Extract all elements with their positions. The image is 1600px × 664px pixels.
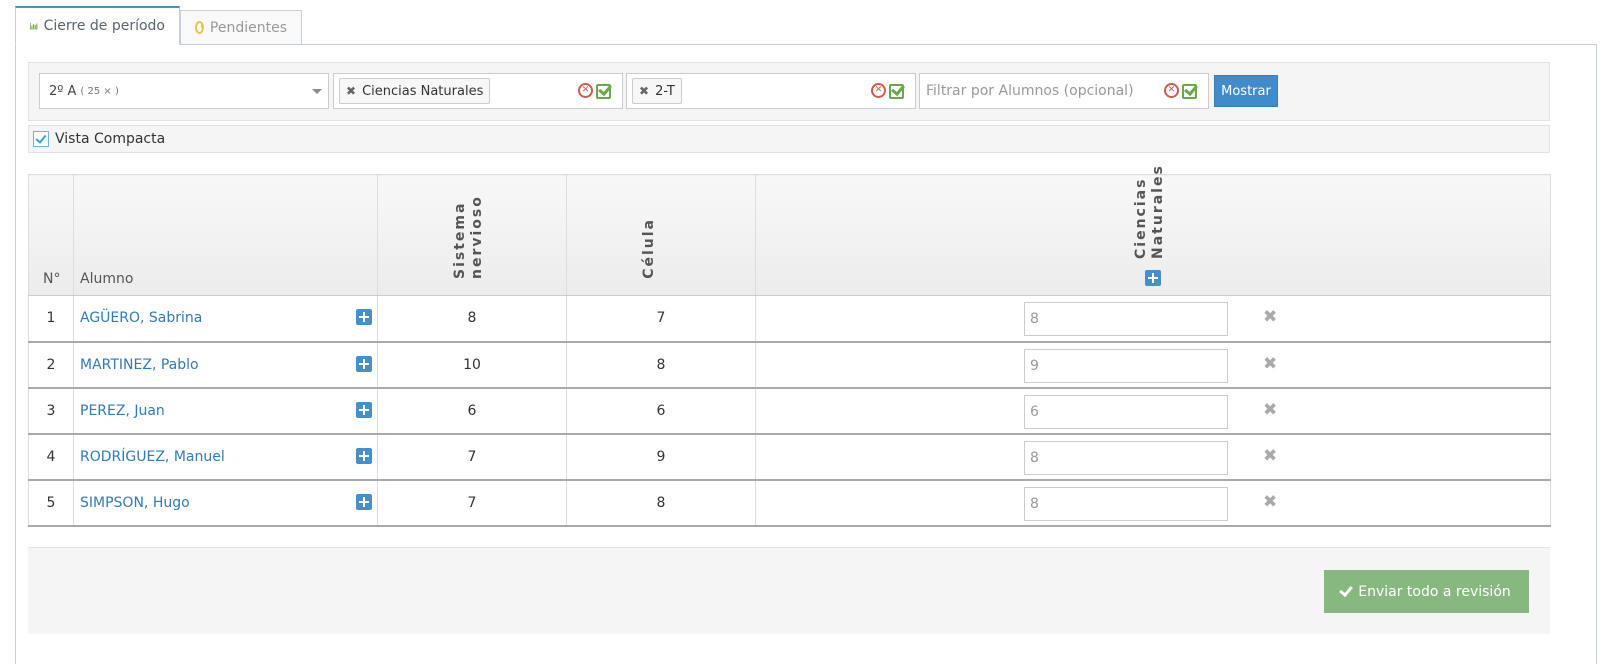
final-grade-input[interactable] xyxy=(1024,486,1228,521)
header-celula: Célula xyxy=(566,174,756,296)
header-number: N° xyxy=(28,174,74,296)
period-chip: ✖ 2-T xyxy=(632,78,682,104)
remove-chip-icon[interactable]: ✖ xyxy=(346,84,356,98)
sistema-nervioso-grade: 10 xyxy=(377,341,567,389)
header-ciencias-naturales: Ciencias Naturales xyxy=(755,164,1551,296)
remove-chip-icon[interactable]: ✖ xyxy=(639,84,649,98)
sistema-nervioso-grade: 8 xyxy=(377,295,567,343)
chip-label: Ciencias Naturales xyxy=(362,83,484,99)
expand-student-icon[interactable] xyxy=(356,447,372,464)
sistema-nervioso-grade: 7 xyxy=(377,433,567,481)
subject-filter[interactable]: ✖ Ciencias Naturales ✕ xyxy=(333,73,623,109)
expand-student-icon[interactable] xyxy=(356,401,372,418)
course-count: ( 25 × ) xyxy=(80,85,119,97)
student-link[interactable]: MARTINEZ, Pablo xyxy=(80,357,199,373)
expand-student-icon[interactable] xyxy=(356,493,372,510)
celula-grade: 7 xyxy=(566,295,756,343)
clear-icon[interactable]: ✕ xyxy=(871,83,886,98)
ciencias-naturales-cell: ✖ xyxy=(755,295,1551,343)
student-cell: MARTINEZ, Pablo xyxy=(73,341,378,389)
ciencias-naturales-cell: ✖ xyxy=(755,433,1551,481)
student-link[interactable]: PEREZ, Juan xyxy=(80,403,165,419)
delete-grade-icon[interactable]: ✖ xyxy=(1263,446,1277,466)
tab-pendientes[interactable]: Pendientes xyxy=(180,10,302,45)
celula-grade: 8 xyxy=(566,479,756,527)
table-row: 4 RODRÍGUEZ, Manuel 7 9 ✖ xyxy=(28,433,1551,481)
ciencias-naturales-cell: ✖ xyxy=(755,479,1551,527)
delete-grade-icon[interactable]: ✖ xyxy=(1263,307,1277,327)
form-footer: Enviar todo a revisión xyxy=(28,547,1550,634)
chevron-down-icon[interactable] xyxy=(312,89,322,94)
student-link[interactable]: SIMPSON, Hugo xyxy=(80,495,190,511)
row-number: 4 xyxy=(28,433,74,481)
course-select[interactable]: 2º A ( 25 × ) xyxy=(39,73,329,109)
final-grade-input[interactable] xyxy=(1024,348,1228,383)
sistema-nervioso-grade: 6 xyxy=(377,387,567,435)
expand-student-icon[interactable] xyxy=(356,309,372,325)
final-grade-input[interactable] xyxy=(1024,302,1228,336)
tab-label: Pendientes xyxy=(209,19,287,36)
period-filter[interactable]: ✖ 2-T ✕ xyxy=(626,73,916,109)
send-button-label: Enviar todo a revisión xyxy=(1358,583,1511,600)
compact-view-checkbox[interactable] xyxy=(33,131,49,147)
add-column-icon[interactable] xyxy=(1145,270,1161,286)
subject-chip: ✖ Ciencias Naturales xyxy=(339,78,491,104)
delete-grade-icon[interactable]: ✖ xyxy=(1263,400,1277,420)
delete-grade-icon[interactable]: ✖ xyxy=(1263,354,1277,374)
final-grade-input[interactable] xyxy=(1024,394,1228,429)
chip-label: 2-T xyxy=(655,83,675,99)
table-row: 3 PEREZ, Juan 6 6 ✖ xyxy=(28,387,1551,435)
student-link[interactable]: AGÜERO, Sabrina xyxy=(80,310,202,326)
row-number: 1 xyxy=(28,295,74,343)
final-grade-input[interactable] xyxy=(1024,440,1228,475)
celula-grade: 9 xyxy=(566,433,756,481)
student-filter[interactable]: Filtrar por Alumnos (opcional) ✕ xyxy=(919,73,1209,109)
grades-table: N° Alumno Sistema nervioso Célula Cienci… xyxy=(28,164,1551,527)
ciencias-naturales-cell: ✖ xyxy=(755,387,1551,435)
filter-actions: ✕ xyxy=(1164,83,1198,99)
celula-grade: 6 xyxy=(566,387,756,435)
header-student: Alumno xyxy=(73,174,378,296)
expand-student-icon[interactable] xyxy=(356,355,372,372)
student-link[interactable]: RODRÍGUEZ, Manuel xyxy=(80,449,225,465)
student-cell: PEREZ, Juan xyxy=(73,387,378,435)
filter-actions: ✕ xyxy=(871,83,905,99)
table-row: 1 AGÜERO, Sabrina 8 7 ✖ xyxy=(28,295,1551,343)
table-header-row: N° Alumno Sistema nervioso Célula Cienci… xyxy=(28,164,1551,296)
compact-view-toggle[interactable]: Vista Compacta xyxy=(28,125,1550,153)
delete-grade-icon[interactable]: ✖ xyxy=(1263,492,1277,512)
row-number: 3 xyxy=(28,387,74,435)
course-label: 2º A xyxy=(49,83,77,99)
student-cell: AGÜERO, Sabrina xyxy=(73,295,378,343)
filter-bar: 2º A ( 25 × ) ✖ Ciencias Naturales ✕ ✖ 2… xyxy=(28,62,1550,121)
check-square-icon[interactable] xyxy=(596,83,612,99)
clock-icon xyxy=(195,21,204,34)
table-row: 5 SIMPSON, Hugo 7 8 ✖ xyxy=(28,479,1551,527)
clear-icon[interactable]: ✕ xyxy=(578,83,593,98)
celula-grade: 8 xyxy=(566,341,756,389)
show-button[interactable]: Mostrar xyxy=(1214,75,1278,107)
send-all-review-button[interactable]: Enviar todo a revisión xyxy=(1324,570,1529,613)
sistema-nervioso-grade: 7 xyxy=(377,479,567,527)
bar-chart-icon xyxy=(30,22,38,30)
check-icon xyxy=(1339,582,1354,597)
table-row: 2 MARTINEZ, Pablo 10 8 ✖ xyxy=(28,341,1551,389)
filter-actions: ✕ xyxy=(578,83,612,99)
header-sistema-nervioso: Sistema nervioso xyxy=(377,174,567,296)
row-number: 2 xyxy=(28,341,74,389)
check-square-icon[interactable] xyxy=(1182,83,1198,99)
tab-cierre-periodo[interactable]: Cierre de período xyxy=(15,6,180,45)
check-square-icon[interactable] xyxy=(889,83,905,99)
ciencias-naturales-cell: ✖ xyxy=(755,341,1551,389)
student-filter-placeholder: Filtrar por Alumnos (opcional) xyxy=(926,83,1134,99)
row-number: 5 xyxy=(28,479,74,527)
clear-icon[interactable]: ✕ xyxy=(1164,83,1179,98)
student-cell: SIMPSON, Hugo xyxy=(73,479,378,527)
student-cell: RODRÍGUEZ, Manuel xyxy=(73,433,378,481)
compact-view-label: Vista Compacta xyxy=(55,131,166,147)
tab-label: Cierre de período xyxy=(43,18,165,34)
